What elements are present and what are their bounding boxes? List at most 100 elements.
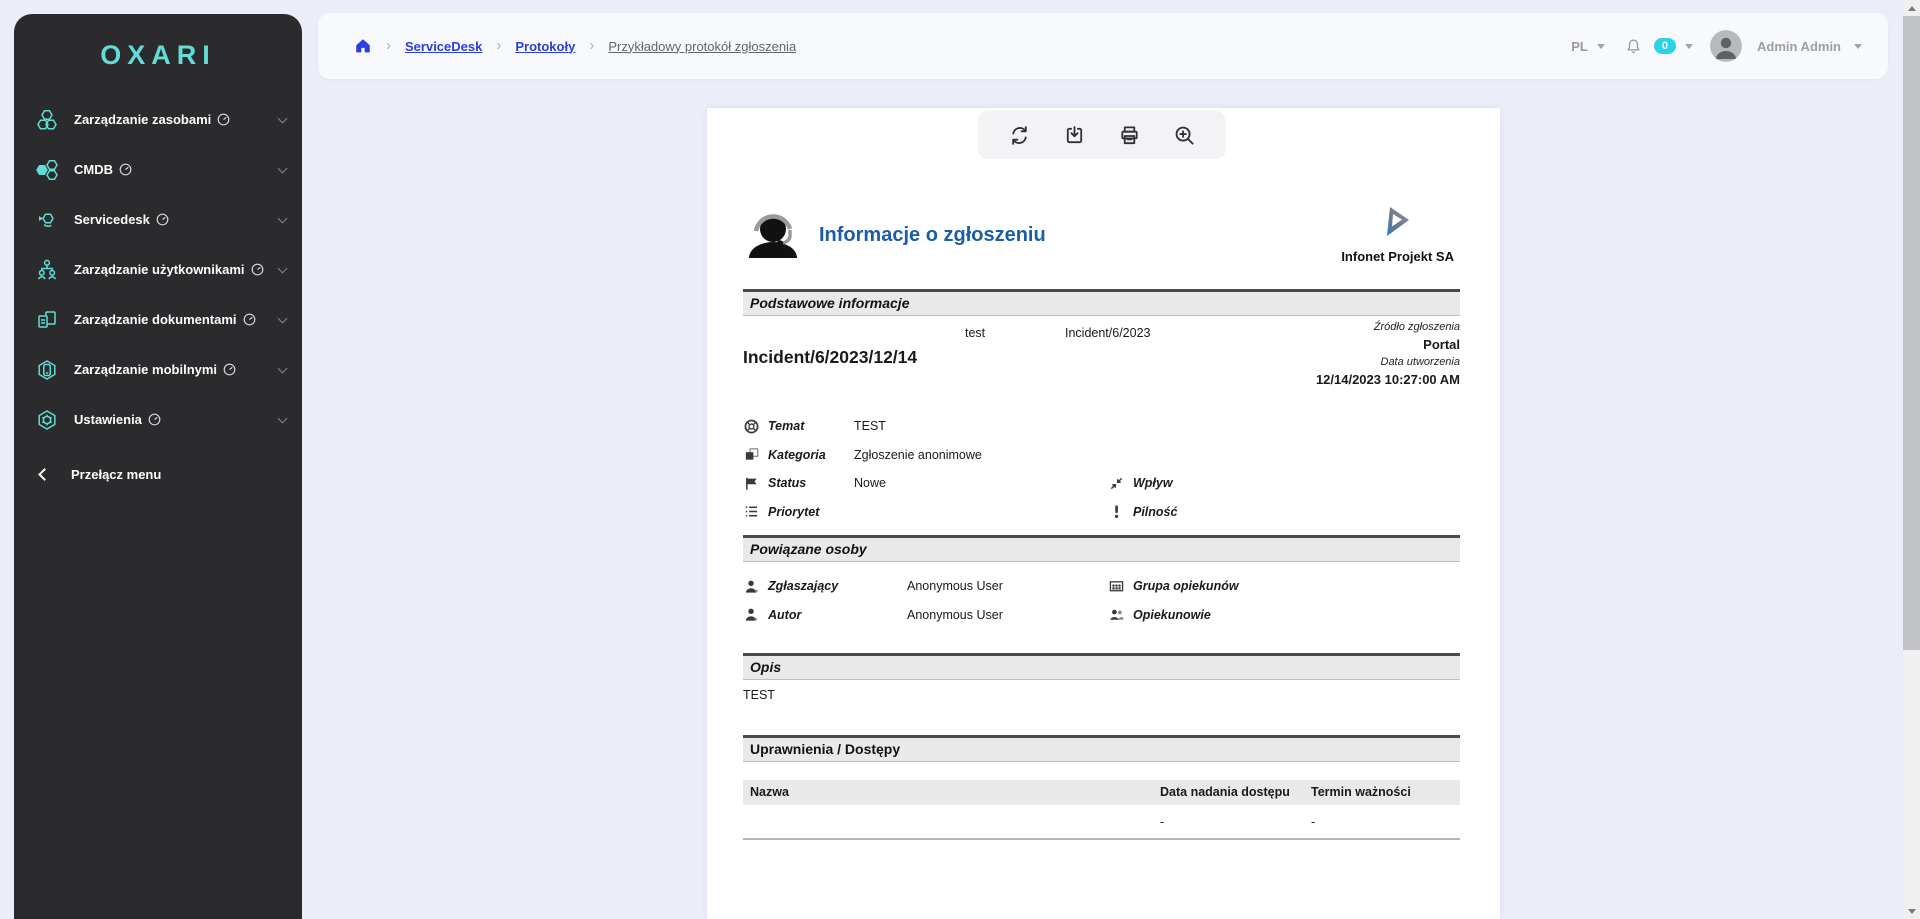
ticket-number: Incident/6/2023/12/14 [743,347,917,368]
sidebar-item-zarzadzanie-zasobami[interactable]: Zarządzanie zasobami [14,95,302,145]
ticket-reference: Incident/6/2023 [1065,326,1151,340]
description-content: TEST [743,688,1460,702]
cell-granted: - [1160,815,1311,829]
menu-toggle-button[interactable]: Przełącz menu [14,449,302,499]
field-label: Kategoria [768,448,854,462]
infonet-logo-icon [1380,206,1416,243]
field-value: Anonymous User [907,608,1003,622]
gauge-icon [217,113,230,126]
gauge-icon [119,163,132,176]
column-header-termin: Termin ważności [1311,785,1453,799]
caret-down-icon[interactable] [1597,44,1605,49]
tags-icon [743,447,760,462]
chevron-down-icon [278,114,288,124]
field-label: Autor [768,608,907,622]
caretakers-icon [1108,607,1125,622]
cell-expires: - [1311,815,1453,829]
refresh-button[interactable] [1006,122,1033,149]
field-value: Nowe [854,476,886,490]
chevron-down-icon [278,414,288,424]
group-grid-icon [1108,579,1125,594]
chevron-down-icon [278,314,288,324]
cmdb-icon [34,158,60,182]
print-button[interactable] [1116,122,1143,149]
document-toolbar [978,111,1226,159]
column-header-data-nadania: Data nadania dostępu [1160,785,1311,799]
breadcrumb-separator: › [589,37,594,54]
sidebar-item-servicedesk[interactable]: Servicedesk [14,195,302,245]
bell-icon[interactable] [1624,37,1643,56]
sidebar-item-ustawienia[interactable]: Ustawienia [14,395,302,445]
breadcrumb-separator: › [386,37,391,54]
field-label: Pilność [1133,505,1219,519]
field-label: Grupa opiekunów [1133,579,1283,593]
gauge-icon [223,363,236,376]
mobile-icon [34,358,60,382]
field-wplyw: Wpływ [1108,469,1438,498]
field-label: Temat [768,419,854,433]
notification-badge: 0 [1654,38,1676,54]
users-icon [34,258,60,282]
download-button[interactable] [1061,122,1088,149]
section-uprawnienia: Uprawnienia / Dostępy [743,735,1460,762]
sidebar-item-zarzadzanie-uzytkownikami[interactable]: Zarządzanie użytkownikami [14,245,302,295]
avatar[interactable] [1710,30,1742,62]
assets-icon [34,108,60,132]
field-label: Wpływ [1133,476,1219,490]
sidebar-item-label: Ustawienia [74,413,142,427]
scrollbar-thumb[interactable] [1903,16,1920,650]
sidebar: OXARI Zarządzanie zasobami [14,14,302,919]
field-kategoria: Kategoria Zgłoszenie anonimowe [743,441,1460,470]
section-basic-info: Podstawowe informacje [743,289,1460,316]
home-icon[interactable] [354,37,372,55]
sidebar-item-label: Zarządzanie mobilnymi [74,363,217,377]
breadcrumb-separator: › [496,37,501,54]
field-value: Zgłoszenie anonimowe [854,448,982,462]
chevron-down-icon [278,164,288,174]
sidebar-item-label: Zarządzanie zasobami [74,113,211,127]
permissions-table: Nazwa Data nadania dostępu Termin ważnoś… [743,780,1460,840]
documents-icon [34,308,60,332]
zoom-in-button[interactable] [1171,122,1198,149]
field-temat: Temat TEST [743,412,1460,441]
language-selector[interactable]: PL [1571,39,1588,54]
user-name[interactable]: Admin Admin [1757,39,1841,54]
urgency-icon [1108,504,1125,519]
document-header: Informacje o zgłoszeniu Infonet Projekt … [743,193,1460,277]
top-header: › ServiceDesk › Protokoły › Przykładowy … [318,13,1888,79]
field-label: Opiekunowie [1133,608,1283,622]
field-opiekunowie: Opiekunowie [1108,601,1438,630]
scroll-down-arrow[interactable] [1903,903,1920,919]
settings-icon [34,408,60,432]
field-label: Status [768,476,854,490]
chevron-left-icon [38,468,51,481]
field-label: Priorytet [768,505,854,519]
field-grupa-opiekunow: Grupa opiekunów [1108,572,1438,601]
company-name: Infonet Projekt SA [1341,249,1454,264]
basic-fields: Temat TEST Kategoria Zgłoszenie anonimow… [743,412,1460,526]
breadcrumb-link-servicedesk[interactable]: ServiceDesk [405,39,482,54]
scroll-up-arrow[interactable] [1903,0,1920,16]
sidebar-item-zarzadzanie-mobilnymi[interactable]: Zarządzanie mobilnymi [14,345,302,395]
caret-down-icon[interactable] [1854,44,1862,49]
servicedesk-icon [34,208,60,232]
priority-list-icon [743,504,760,519]
column-header-nazwa: Nazwa [750,785,1160,799]
chevron-down-icon [278,364,288,374]
sidebar-item-cmdb[interactable]: CMDB [14,145,302,195]
document-page: Informacje o zgłoszeniu Infonet Projekt … [707,108,1500,919]
oxari-logo: OXARI [14,40,302,71]
breadcrumb: › ServiceDesk › Protokoły › Przykładowy … [354,37,796,55]
chevron-down-icon [278,264,288,274]
breadcrumb-link-protokoly[interactable]: Protokoły [515,39,575,54]
field-label: Zgłaszający [768,579,907,593]
sidebar-item-zarzadzanie-dokumentami[interactable]: Zarządzanie dokumentami [14,295,302,345]
person-icon [743,579,760,594]
vertical-scrollbar[interactable] [1903,0,1920,919]
caret-down-icon[interactable] [1685,44,1693,49]
field-pilnosc: Pilność [1108,498,1438,527]
breadcrumb-current[interactable]: Przykładowy protokół zgłoszenia [608,39,796,54]
sidebar-item-label: Zarządzanie dokumentami [74,313,237,327]
field-value: TEST [854,419,886,433]
table-row: - - [743,805,1460,840]
